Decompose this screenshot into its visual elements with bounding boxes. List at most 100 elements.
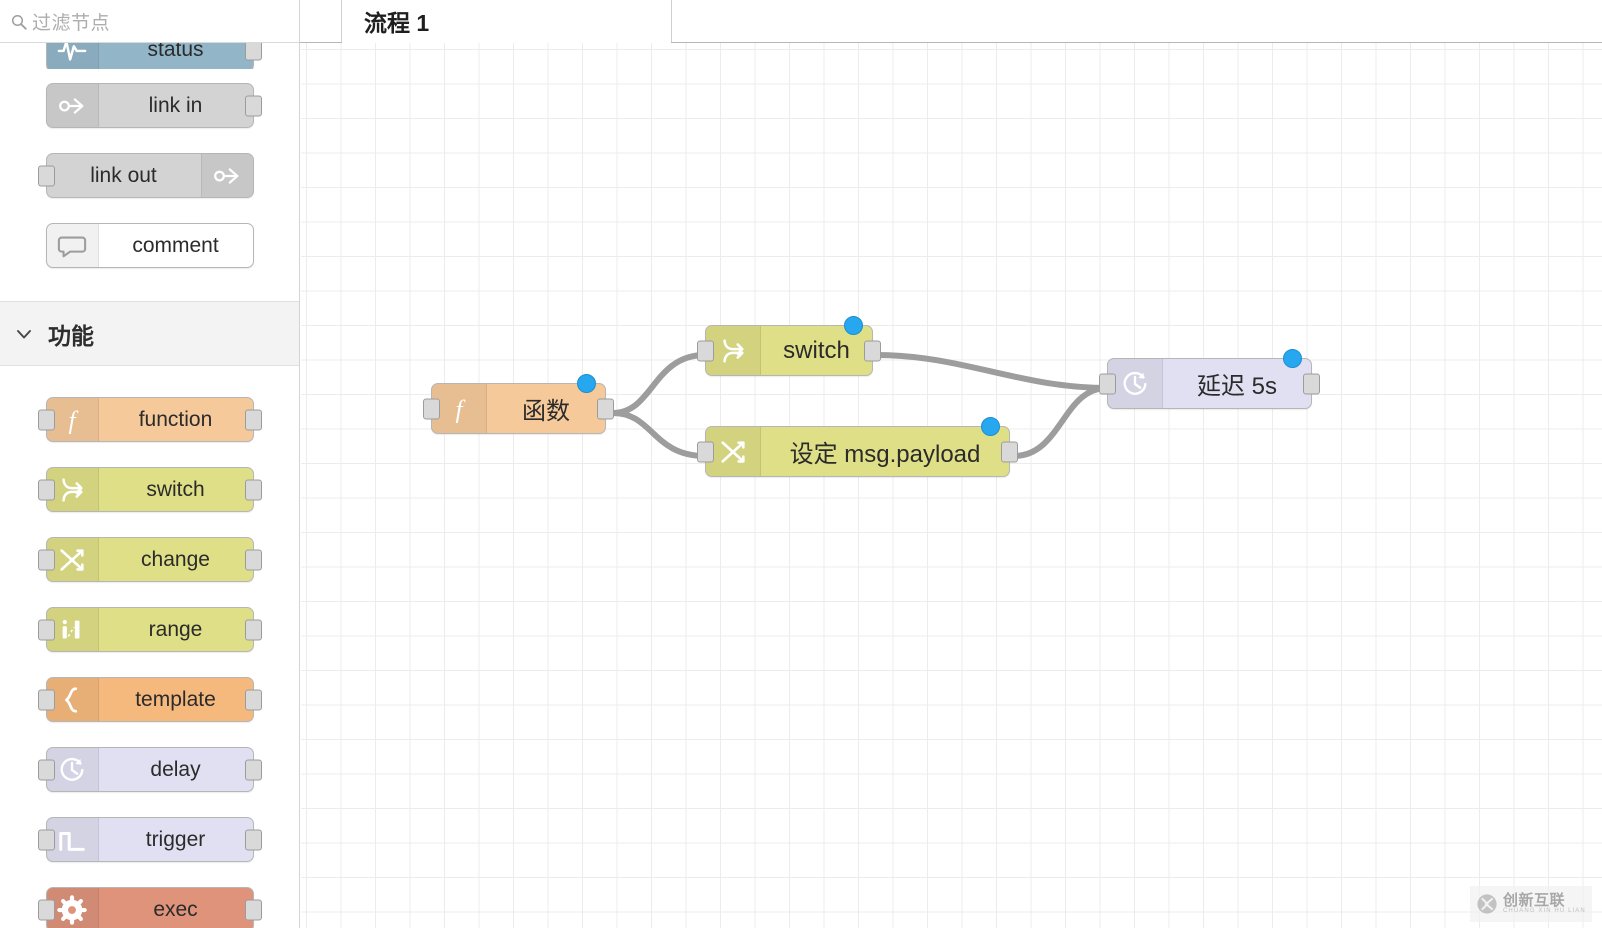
node-output-port[interactable] bbox=[244, 43, 262, 60]
pulse-step-icon bbox=[59, 831, 85, 851]
palette-node-function[interactable]: f function bbox=[37, 397, 262, 442]
search-icon bbox=[11, 14, 27, 30]
link-icon bbox=[214, 167, 239, 184]
palette-row: trigger bbox=[0, 806, 299, 873]
node-input-port[interactable] bbox=[37, 899, 55, 920]
node-input-port[interactable] bbox=[37, 409, 55, 430]
node-label: function bbox=[138, 407, 213, 431]
palette-node-delay[interactable]: delay bbox=[37, 747, 262, 792]
palette-node-status[interactable]: status bbox=[45, 43, 262, 69]
palette-category-functions[interactable]: 功能 bbox=[0, 301, 299, 366]
node-icon-box: f bbox=[432, 384, 487, 433]
palette-node-change[interactable]: change bbox=[37, 537, 262, 582]
tabbar-empty-space bbox=[672, 0, 1602, 42]
flow-node-延迟-5s[interactable]: 延迟 5s bbox=[1099, 349, 1320, 409]
gear-icon bbox=[57, 894, 87, 925]
wire-function-to-switch[interactable] bbox=[610, 352, 708, 416]
node-label: change bbox=[141, 547, 210, 571]
palette-node-comment[interactable]: comment bbox=[45, 223, 254, 268]
node-input-port[interactable] bbox=[697, 441, 714, 462]
palette-search-input[interactable]: 过滤节点 bbox=[32, 8, 110, 35]
node-input-port[interactable] bbox=[697, 340, 714, 361]
node-output-port[interactable] bbox=[244, 549, 262, 570]
node-label: 设定 msg.payload bbox=[789, 441, 981, 468]
node-label: trigger bbox=[145, 827, 206, 851]
node-label: comment bbox=[132, 233, 219, 257]
node-output-port[interactable] bbox=[244, 479, 262, 500]
node-output-port[interactable] bbox=[1303, 373, 1320, 394]
node-output-port[interactable] bbox=[244, 829, 262, 850]
palette-search-bar[interactable]: 过滤节点 bbox=[0, 0, 299, 43]
palette-node-exec[interactable]: exec bbox=[37, 887, 262, 928]
change-icon bbox=[721, 440, 745, 463]
node-output-port[interactable] bbox=[597, 398, 614, 419]
node-input-port[interactable] bbox=[37, 619, 55, 640]
node-icon-box bbox=[46, 84, 99, 127]
node-output-port[interactable] bbox=[244, 689, 262, 710]
palette-node-template[interactable]: template bbox=[37, 677, 262, 722]
palette-node-switch[interactable]: switch bbox=[37, 467, 262, 512]
node-input-port[interactable] bbox=[37, 479, 55, 500]
node-palette: 过滤节点 status link in link out comment 功能 f func… bbox=[0, 0, 300, 928]
node-label: range bbox=[148, 617, 203, 641]
node-status-dot[interactable] bbox=[577, 374, 596, 393]
function-f-icon: f bbox=[455, 395, 465, 423]
node-input-port[interactable] bbox=[37, 759, 55, 780]
palette-row-clipped: status bbox=[0, 43, 299, 69]
palette-row: template bbox=[0, 666, 299, 733]
flow-node-函数[interactable]: f 函数 bbox=[423, 374, 614, 434]
tab-flow-1[interactable]: 流程 1 bbox=[342, 0, 672, 43]
palette-node-link-in[interactable]: link in bbox=[45, 83, 262, 128]
palette-row: change bbox=[0, 526, 299, 593]
flow-node-switch-node[interactable]: switch bbox=[697, 316, 881, 376]
wire-layer bbox=[610, 352, 1110, 459]
circle-x-logo-icon bbox=[1477, 894, 1497, 914]
link-icon bbox=[59, 97, 84, 114]
node-label: template bbox=[135, 687, 216, 711]
node-status-dot[interactable] bbox=[844, 316, 863, 335]
flow-node-delay-node[interactable]: 延迟 5s bbox=[1099, 349, 1320, 409]
palette-node-trigger[interactable]: trigger bbox=[37, 817, 262, 862]
node-input-port[interactable] bbox=[423, 398, 440, 419]
node-output-port[interactable] bbox=[244, 95, 262, 116]
palette-node-range[interactable]: range bbox=[37, 607, 262, 652]
wire-change-to-delay[interactable] bbox=[1011, 385, 1110, 459]
palette-row: comment bbox=[0, 212, 299, 279]
switch-icon bbox=[62, 477, 83, 502]
range-icon bbox=[62, 619, 80, 638]
palette-row: exec bbox=[0, 876, 299, 928]
node-output-port[interactable] bbox=[1001, 441, 1018, 462]
node-input-port[interactable] bbox=[37, 165, 55, 186]
node-input-port[interactable] bbox=[37, 829, 55, 850]
node-status-dot[interactable] bbox=[1283, 349, 1302, 368]
node-output-port[interactable] bbox=[864, 340, 881, 361]
wire-function-to-change[interactable] bbox=[610, 410, 708, 459]
wire-switch-to-delay[interactable] bbox=[874, 352, 1110, 391]
flow-node-switch[interactable]: switch bbox=[697, 316, 881, 376]
node-output-port[interactable] bbox=[244, 899, 262, 920]
node-output-port[interactable] bbox=[244, 409, 262, 430]
node-label: delay bbox=[150, 757, 201, 781]
palette-scroll-region[interactable]: status link in link out comment 功能 f function s… bbox=[0, 43, 299, 928]
flow-node-设定-msg-payload[interactable]: 设定 msg.payload bbox=[697, 417, 1018, 477]
palette-node-link-out[interactable]: link out bbox=[37, 153, 254, 198]
workspace-tabbar: 流程 1 bbox=[300, 0, 1602, 43]
node-output-port[interactable] bbox=[244, 759, 262, 780]
flow-canvas[interactable]: f 函数 switch 设定 msg.payload 延迟 5s 创新互联 CHUANG… bbox=[301, 43, 1602, 928]
node-input-port[interactable] bbox=[1099, 373, 1116, 394]
node-icon-box bbox=[200, 154, 253, 197]
flow-node-function-node[interactable]: f 函数 bbox=[423, 374, 614, 434]
palette-row: f function bbox=[0, 386, 299, 453]
node-input-port[interactable] bbox=[37, 689, 55, 710]
node-status-dot[interactable] bbox=[981, 417, 1000, 436]
brace-icon bbox=[65, 686, 78, 713]
palette-row: link in bbox=[0, 72, 299, 139]
comment-icon bbox=[57, 236, 87, 257]
node-input-port[interactable] bbox=[37, 549, 55, 570]
watermark-texts: 创新互联 CHUANG XIN HU LIAN bbox=[1503, 892, 1586, 916]
flow-node-change-node[interactable]: 设定 msg.payload bbox=[697, 417, 1018, 477]
switch-icon bbox=[723, 338, 744, 363]
node-output-port[interactable] bbox=[244, 619, 262, 640]
node-icon-box bbox=[46, 224, 99, 267]
chevron-down-icon[interactable] bbox=[14, 324, 34, 344]
